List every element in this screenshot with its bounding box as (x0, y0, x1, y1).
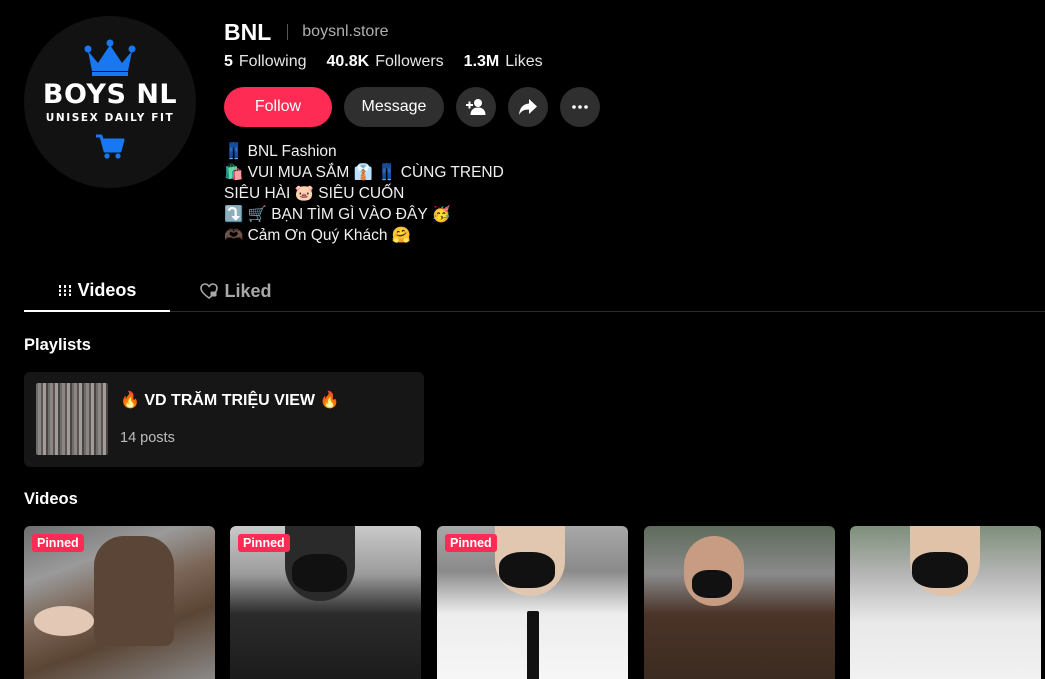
avatar-brand-text: BOYS NL (42, 78, 178, 110)
more-options-button[interactable] (560, 87, 600, 127)
playlist-post-count: 14 posts (120, 430, 175, 446)
profile-stats: 5 Following 40.8K Followers 1.3M Likes (224, 51, 543, 73)
follow-button[interactable]: Follow (224, 87, 332, 127)
video-thumbnail[interactable]: Pinned (24, 526, 215, 679)
more-icon (572, 105, 588, 109)
pinned-badge: Pinned (238, 534, 290, 552)
avatar-tagline: UNISEX DAILY FIT (45, 111, 175, 124)
video-thumbnail[interactable]: Pinned (437, 526, 628, 679)
add-friend-icon (466, 99, 486, 115)
tab-videos[interactable]: Videos (24, 270, 170, 312)
tab-videos-label: Videos (77, 279, 137, 300)
share-button[interactable] (508, 87, 548, 127)
message-button[interactable]: Message (344, 87, 444, 127)
following-label: Following (238, 53, 307, 70)
likes-stat: 1.3M Likes (464, 53, 543, 71)
bio-line: 🫶🏿 Cảm Ơn Quý Khách 🤗 (224, 227, 412, 244)
cart-icon (96, 134, 125, 159)
playlist-thumbnail (36, 383, 108, 455)
tab-liked-label: Liked (224, 280, 272, 301)
playlist-title: 🔥 VD TRĂM TRIỆU VIEW 🔥 (120, 392, 340, 409)
video-thumbnail[interactable] (644, 526, 835, 679)
profile-actions: Follow Message (224, 87, 600, 127)
profile-header: BNL boysnl.store (224, 18, 389, 46)
tab-liked[interactable]: Liked (176, 270, 296, 312)
heart-lock-icon (200, 283, 219, 299)
playlist-card[interactable]: 🔥 VD TRĂM TRIỆU VIEW 🔥 14 posts (24, 372, 424, 467)
followers-label: Followers (375, 53, 444, 70)
following-stat[interactable]: 5 Following (224, 53, 307, 71)
playlists-heading: Playlists (24, 336, 91, 354)
followers-stat[interactable]: 40.8K Followers (327, 53, 444, 71)
likes-count: 1.3M (463, 53, 500, 70)
crown-icon (84, 39, 136, 76)
likes-label: Likes (505, 53, 543, 70)
add-friend-button[interactable] (456, 87, 496, 127)
bio-line: 👖 BNL Fashion (224, 143, 337, 160)
avatar[interactable]: BOYS NL UNISEX DAILY FIT (24, 16, 196, 188)
profile-name: BNL (224, 18, 272, 45)
videos-grid-icon (57, 285, 72, 296)
following-count: 5 (224, 53, 233, 70)
name-divider (287, 24, 289, 40)
profile-bio: 👖 BNL Fashion 🛍️ VUI MUA SẮM 👔 👖 CÙNG TR… (224, 141, 504, 246)
bio-line: 🛍️ VUI MUA SẮM 👔 👖 CÙNG TREND (224, 164, 504, 181)
share-icon (519, 99, 537, 115)
video-thumbnail[interactable]: Pinned (230, 526, 421, 679)
profile-handle: boysnl.store (302, 23, 389, 40)
video-grid: Pinned Pinned Pinned (24, 526, 1045, 679)
profile-tabs: Videos Liked (24, 270, 1045, 312)
bio-line: SIÊU HÀI 🐷 SIÊU CUỐN (224, 185, 405, 202)
videos-heading: Videos (24, 490, 78, 508)
pinned-badge: Pinned (445, 534, 497, 552)
followers-count: 40.8K (326, 53, 370, 70)
video-thumbnail[interactable] (850, 526, 1041, 679)
pinned-badge: Pinned (32, 534, 84, 552)
bio-line: ⤵️ 🛒 BẠN TÌM GÌ VÀO ĐÂY 🥳 (224, 206, 452, 223)
